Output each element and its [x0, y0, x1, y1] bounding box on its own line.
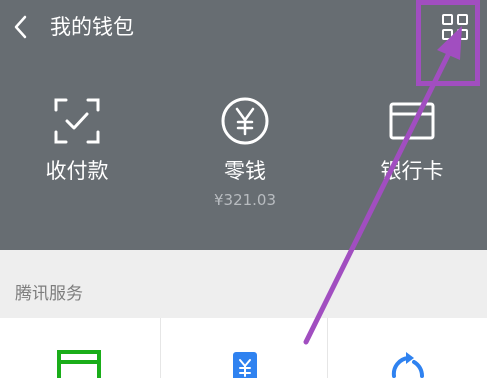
service-mobile-topup[interactable] — [161, 318, 328, 378]
feature-bank-card-label: 银行卡 — [380, 159, 444, 183]
wallet-header: 我的钱包 收付款 零钱 ¥321.03 银行卡 — [0, 0, 487, 250]
services-grid — [0, 318, 487, 378]
change-balance: ¥321.03 — [213, 191, 277, 209]
yuan-circle-icon — [221, 97, 269, 145]
feature-payment-label: 收付款 — [45, 159, 109, 183]
section-title: 腾讯服务 — [15, 284, 83, 304]
feature-payment[interactable]: 收付款 — [22, 96, 132, 216]
wealth-icon — [391, 352, 425, 378]
feature-bank-card[interactable]: 银行卡 — [357, 96, 467, 216]
service-credit-card-repay[interactable] — [0, 318, 161, 378]
feature-change[interactable]: 零钱 ¥321.03 — [190, 96, 300, 216]
mobile-topup-icon — [233, 352, 257, 378]
bank-card-icon — [389, 102, 435, 140]
credit-card-repay-icon — [57, 350, 101, 378]
feature-change-label: 零钱 — [224, 159, 266, 183]
chevron-left-icon — [14, 15, 27, 39]
page-title: 我的钱包 — [50, 15, 134, 39]
scan-check-icon — [54, 98, 100, 144]
annotation-highlight-box — [416, 0, 480, 86]
back-button[interactable] — [10, 12, 34, 42]
service-wealth[interactable] — [328, 318, 487, 378]
